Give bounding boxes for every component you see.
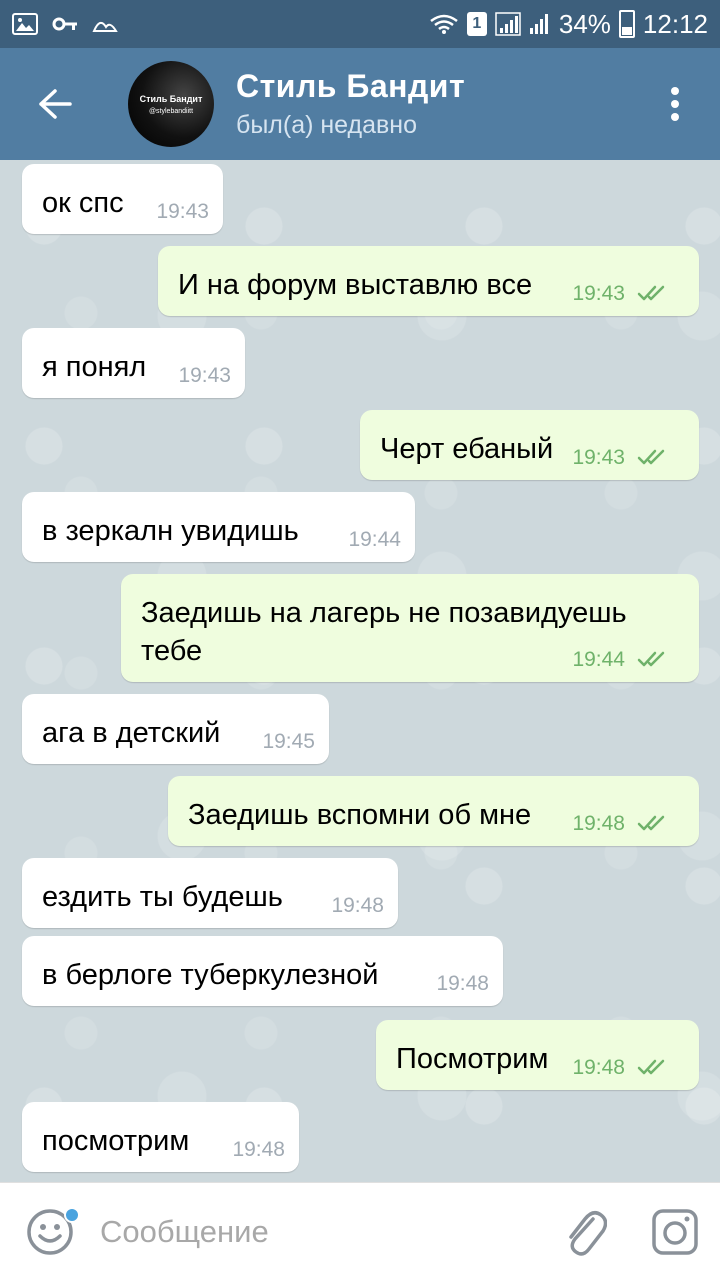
attach-button[interactable] bbox=[540, 1183, 630, 1280]
message-text: ага в детский bbox=[42, 717, 221, 749]
message-time: 19:48 bbox=[436, 972, 489, 995]
message-bubble-outgoing[interactable]: Заедишь на лагерь не позавидуешь тебе 19… bbox=[121, 574, 699, 682]
chat-title: Стиль Бандит bbox=[236, 68, 466, 104]
message-time: 19:44 bbox=[572, 648, 625, 671]
message-bubble-incoming[interactable]: в зеркалн увидишь 19:44 bbox=[22, 492, 415, 562]
double-check-icon bbox=[637, 1059, 665, 1075]
message-time: 19:43 bbox=[178, 364, 231, 387]
message-time: 19:43 bbox=[572, 446, 625, 469]
avatar-title: Стиль Бандит bbox=[139, 93, 203, 104]
message-text: И на форум выставлю все bbox=[178, 269, 533, 301]
message-time: 19:45 bbox=[262, 730, 315, 753]
message-bubble-incoming[interactable]: в берлоге туберкулезной 19:48 bbox=[22, 936, 503, 1006]
emoji-button[interactable] bbox=[0, 1183, 100, 1280]
wifi-icon bbox=[430, 14, 458, 34]
message-time: 19:48 bbox=[232, 1138, 285, 1161]
message-time: 19:43 bbox=[572, 282, 625, 305]
camera-button[interactable] bbox=[630, 1183, 720, 1280]
message-text: Заедишь вспомни об мне bbox=[188, 799, 532, 831]
message-text: Заедишь на лагерь не позавидуешь тебе bbox=[141, 597, 627, 667]
message-bubble-outgoing[interactable]: Заедишь вспомни об мне 19:48 bbox=[168, 776, 699, 846]
more-menu-button[interactable] bbox=[630, 48, 720, 160]
double-check-icon bbox=[637, 449, 665, 465]
message-bubble-incoming[interactable]: ага в детский 19:45 bbox=[22, 694, 329, 764]
camera-icon bbox=[652, 1208, 698, 1255]
message-time: 19:43 bbox=[156, 200, 209, 223]
chat-status: был(а) недавно bbox=[236, 111, 418, 139]
message-bubble-incoming[interactable]: ездить ты будешь 19:48 bbox=[22, 858, 398, 928]
message-input[interactable] bbox=[100, 1213, 540, 1250]
more-vertical-icon bbox=[671, 87, 679, 121]
paperclip-icon bbox=[569, 1210, 607, 1256]
double-check-icon bbox=[637, 815, 665, 831]
back-button[interactable] bbox=[0, 48, 110, 160]
avatar-handle: @stylebandiitt bbox=[148, 107, 194, 115]
sim-badge: 1 bbox=[466, 12, 487, 36]
message-bubble-incoming[interactable]: посмотрим 19:48 bbox=[22, 1102, 299, 1172]
message-time: 19:44 bbox=[348, 528, 401, 551]
message-text: посмотрим bbox=[42, 1125, 190, 1157]
double-check-icon bbox=[637, 285, 665, 301]
message-time: 19:48 bbox=[572, 812, 625, 835]
battery-percent: 34% bbox=[558, 8, 611, 39]
message-text: ок спс bbox=[42, 187, 124, 219]
message-bubble-incoming[interactable]: я понял 19:43 bbox=[22, 328, 245, 398]
arrow-left-icon bbox=[39, 89, 72, 119]
signal-icon-2 bbox=[529, 14, 548, 34]
battery-icon bbox=[618, 10, 635, 38]
message-bubble-outgoing[interactable]: Черт ебаный 19:43 bbox=[360, 410, 699, 480]
notification-dot bbox=[64, 1206, 80, 1223]
message-text: ездить ты будешь bbox=[42, 881, 283, 913]
message-bubble-incoming[interactable]: ок спс 19:43 bbox=[22, 164, 223, 234]
chat-header: Стиль Бандит @stylebandiitt Стиль Бандит… bbox=[0, 48, 720, 160]
signal-icon bbox=[495, 12, 521, 36]
message-time: 19:48 bbox=[331, 894, 384, 917]
notification-icon bbox=[92, 21, 118, 32]
message-time: 19:48 bbox=[572, 1056, 625, 1079]
message-text: я понял bbox=[42, 351, 147, 383]
clock: 12:12 bbox=[642, 8, 708, 39]
double-check-icon bbox=[637, 651, 665, 667]
message-text: Посмотрим bbox=[396, 1043, 549, 1075]
message-bubble-outgoing[interactable]: И на форум выставлю все 19:43 bbox=[158, 246, 699, 316]
status-bar: 1 34% 12:12 bbox=[0, 0, 720, 48]
avatar[interactable]: Стиль Бандит @stylebandiitt bbox=[128, 61, 214, 147]
key-icon bbox=[52, 17, 77, 31]
message-composer bbox=[0, 1182, 720, 1280]
chat-info[interactable]: Стиль Бандит был(а) недавно bbox=[236, 68, 630, 140]
message-text: в зеркалн увидишь bbox=[42, 515, 299, 547]
image-icon bbox=[12, 13, 38, 35]
message-bubble-outgoing[interactable]: Посмотрим 19:48 bbox=[376, 1020, 699, 1090]
message-list[interactable]: ок спс 19:43 И на форум выставлю все 19:… bbox=[0, 160, 720, 1182]
message-text: Черт ебаный bbox=[380, 433, 554, 465]
message-text: в берлоге туберкулезной bbox=[42, 959, 379, 991]
